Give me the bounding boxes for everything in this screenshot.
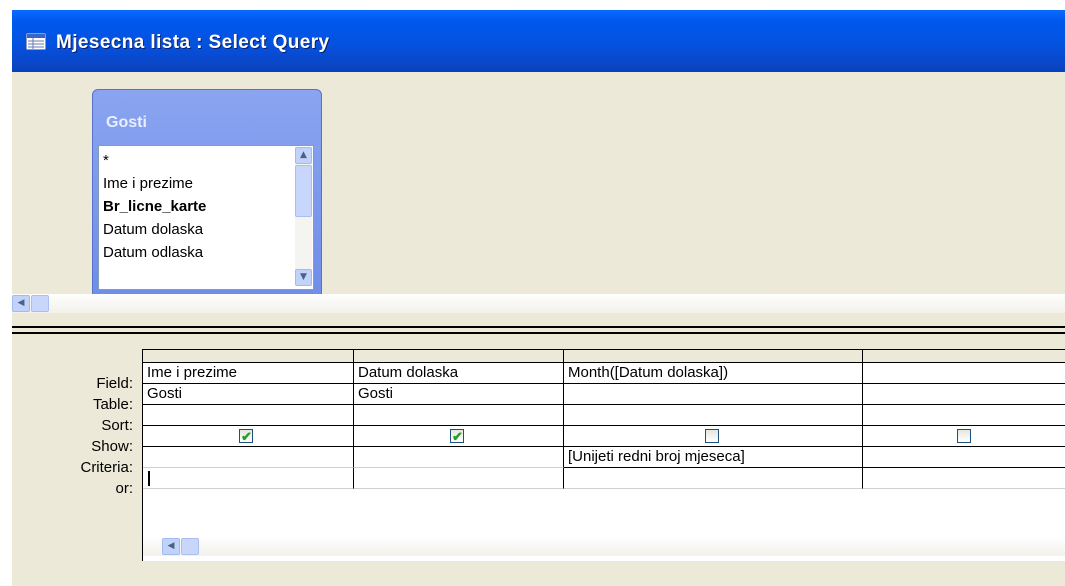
table-cell-4[interactable]	[863, 384, 1065, 405]
table-pane-hscrollbar[interactable]: ◀	[12, 294, 1065, 313]
or-cell-2[interactable]	[354, 468, 564, 489]
field-list-scrollbar[interactable]: ▲ ▼	[295, 147, 312, 286]
row-label-field: Field:	[96, 375, 133, 392]
field-cell-3[interactable]: Month([Datum dolaska])	[564, 363, 863, 384]
grid-scroll-thumb[interactable]	[181, 538, 199, 555]
row-label-criteria: Criteria:	[80, 459, 133, 476]
show-checkbox-3[interactable]	[705, 429, 719, 443]
table-cell-2[interactable]: Gosti	[354, 384, 564, 405]
show-cell-2: ✔	[354, 426, 564, 447]
query-design-grid: Ime i prezime Datum dolaska Month([Datum…	[142, 349, 1065, 561]
field-item-datum-dolaska[interactable]: Datum dolaska	[103, 218, 206, 241]
grid-row-labels: Field: Table: Sort: Show: Criteria: or:	[12, 373, 136, 499]
grid-hscrollbar[interactable]: ◀	[143, 537, 1065, 556]
show-checkbox-4[interactable]	[957, 429, 971, 443]
row-label-show: Show:	[91, 438, 133, 455]
scroll-down-icon[interactable]: ▼	[295, 269, 312, 286]
title-bar[interactable]: Mjesecna lista : Select Query	[12, 10, 1065, 72]
or-cell-3[interactable]	[564, 468, 863, 489]
field-item-all[interactable]: *	[103, 149, 206, 172]
query-icon	[26, 33, 46, 50]
pane-splitter[interactable]	[12, 323, 1065, 336]
row-label-sort: Sort:	[101, 417, 133, 434]
sort-cell-3[interactable]	[564, 405, 863, 426]
row-label-or: or:	[115, 480, 133, 497]
sort-cell-4[interactable]	[863, 405, 1065, 426]
criteria-cell-3[interactable]: [Unijeti redni broj mjeseca]	[564, 447, 863, 468]
field-list-scroll-thumb[interactable]	[295, 165, 312, 217]
column-selector-3[interactable]	[564, 350, 863, 363]
checkmark-icon: ✔	[241, 429, 252, 444]
field-item-datum-odlaska[interactable]: Datum odlaska	[103, 241, 206, 264]
sort-cell-2[interactable]	[354, 405, 564, 426]
scroll-left-icon[interactable]: ◀	[12, 295, 30, 312]
window-title: Mjesecna lista : Select Query	[56, 32, 330, 53]
table-pane-scroll-thumb[interactable]	[31, 295, 49, 312]
column-selector-1[interactable]	[143, 350, 354, 363]
or-cell-1[interactable]	[143, 468, 354, 489]
show-checkbox-1[interactable]: ✔	[239, 429, 253, 444]
field-list-gosti[interactable]: Gosti * Ime i prezime Br_licne_karte Dat…	[92, 89, 322, 299]
column-selector-2[interactable]	[354, 350, 564, 363]
field-list-box: * Ime i prezime Br_licne_karte Datum dol…	[98, 145, 314, 290]
field-list-title: Gosti	[106, 114, 147, 131]
show-cell-1: ✔	[143, 426, 354, 447]
or-cell-4[interactable]	[863, 468, 1065, 489]
field-item-br-licne-karte[interactable]: Br_licne_karte	[103, 195, 206, 218]
field-cell-2[interactable]: Datum dolaska	[354, 363, 564, 384]
query-design-window: Mjesecna lista : Select Query Gosti * Im…	[12, 10, 1065, 586]
field-item-ime-i-prezime[interactable]: Ime i prezime	[103, 172, 206, 195]
text-cursor	[148, 471, 150, 486]
show-cell-3	[564, 426, 863, 447]
criteria-cell-1[interactable]	[143, 447, 354, 468]
checkmark-icon: ✔	[452, 429, 463, 444]
criteria-cell-2[interactable]	[354, 447, 564, 468]
field-cell-4[interactable]	[863, 363, 1065, 384]
show-cell-4	[863, 426, 1065, 447]
row-label-table: Table:	[92, 396, 133, 413]
sort-cell-1[interactable]	[143, 405, 354, 426]
table-pane: Gosti * Ime i prezime Br_licne_karte Dat…	[12, 72, 1065, 313]
table-cell-1[interactable]: Gosti	[143, 384, 354, 405]
scroll-up-icon[interactable]: ▲	[295, 147, 312, 164]
table-cell-3[interactable]	[564, 384, 863, 405]
column-selector-4[interactable]	[863, 350, 1065, 363]
field-cell-1[interactable]: Ime i prezime	[143, 363, 354, 384]
scroll-left-icon[interactable]: ◀	[162, 538, 180, 555]
criteria-cell-4[interactable]	[863, 447, 1065, 468]
show-checkbox-2[interactable]: ✔	[450, 429, 464, 444]
